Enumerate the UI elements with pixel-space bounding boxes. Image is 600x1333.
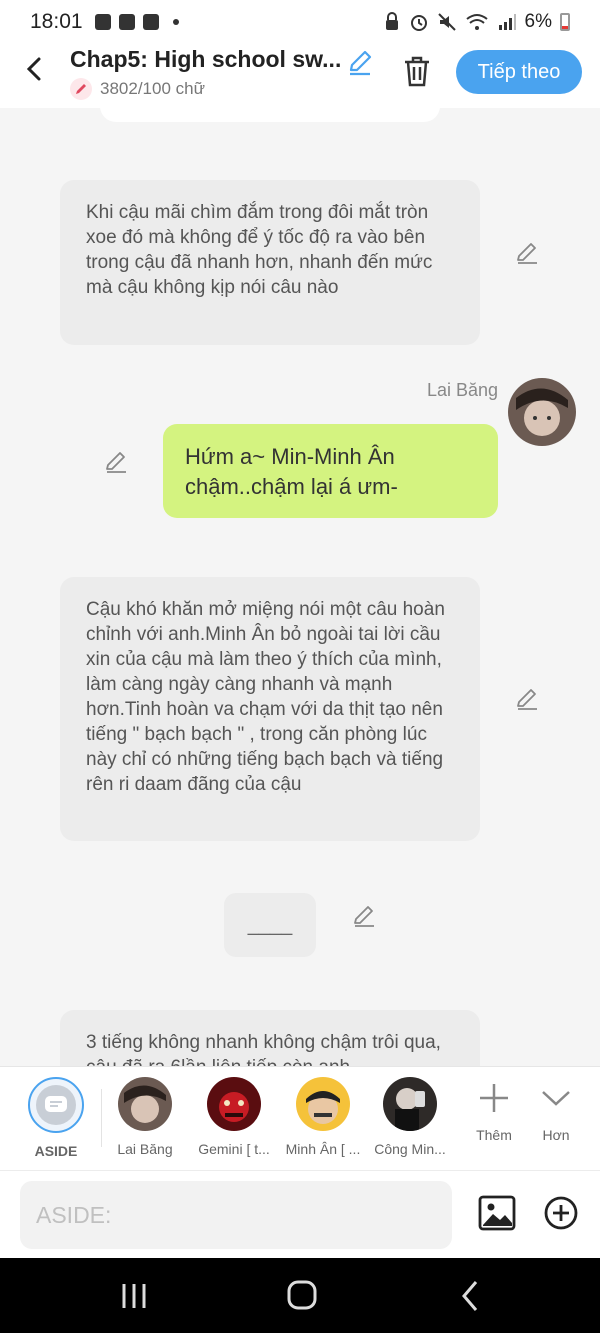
edit-pencil-icon[interactable] (103, 449, 129, 475)
character-label: Minh Ân [ ... (285, 1141, 361, 1157)
word-count: 3802/100 chữ (70, 78, 205, 100)
avatar (118, 1077, 172, 1131)
character-label: ASIDE (34, 1143, 78, 1159)
back-nav-icon[interactable] (450, 1280, 490, 1312)
app-bar: Chap5: High school sw... 3802/100 chữ Ti… (0, 44, 600, 108)
chat-bubble-icon (45, 1096, 67, 1112)
wifi-icon (465, 14, 488, 30)
status-time: 18:01 (30, 10, 83, 33)
sender-avatar[interactable] (508, 378, 576, 446)
lock-icon (385, 12, 398, 30)
avatar (296, 1077, 350, 1131)
home-icon[interactable] (282, 1280, 322, 1312)
narration-bubble[interactable]: Cậu khó khăn mở miệng nói một câu hoàn c… (60, 577, 480, 841)
character-lai-bang[interactable]: Lai Băng (101, 1077, 189, 1157)
character-label: Gemini [ t... (198, 1141, 270, 1157)
system-icons: 6% (383, 11, 570, 33)
more-notifications-dot-icon (172, 19, 179, 25)
mute-icon (437, 13, 456, 31)
message-input[interactable]: ASIDE: (20, 1181, 452, 1249)
signal-icon (498, 14, 516, 30)
system-nav-bar (0, 1258, 600, 1333)
character-gemini[interactable]: Gemini [ t... (190, 1077, 278, 1157)
add-character-button[interactable]: Thêm (464, 1079, 524, 1143)
avatar (207, 1077, 261, 1131)
more-characters-button[interactable]: Hơn (526, 1079, 586, 1143)
trash-icon[interactable] (402, 54, 432, 88)
alert-notification-icon (118, 14, 135, 30)
plus-icon (464, 1079, 524, 1125)
recent-apps-icon[interactable] (114, 1280, 154, 1312)
edit-title-pencil-icon[interactable] (346, 48, 374, 76)
previous-bubble (100, 108, 440, 122)
gallery-notification-icon (94, 14, 111, 30)
sender-name: Lai Băng (426, 380, 498, 400)
alarm-icon (410, 15, 427, 31)
separator-bubble[interactable]: ____ (224, 893, 316, 957)
edit-pencil-icon[interactable] (351, 903, 377, 929)
avatar (383, 1077, 437, 1131)
edit-pencil-icon[interactable] (514, 240, 540, 266)
dialogue-bubble[interactable]: Hứm a~ Min-Minh Ân chậm..chậm lại á ưm- (163, 424, 498, 518)
chevron-down-icon (526, 1079, 586, 1125)
character-label: Công Min... (374, 1141, 446, 1157)
status-bar: 18:01 6% (0, 0, 600, 44)
back-arrow-icon[interactable] (20, 54, 50, 84)
battery-percent: 6% (524, 11, 552, 32)
notification-icons (94, 14, 179, 30)
chat-area[interactable]: Khi cậu mãi chìm đắm trong đôi mắt tròn … (0, 108, 600, 1066)
narration-bubble[interactable]: 3 tiếng không nhanh không chậm trôi qua,… (60, 1010, 480, 1066)
word-count-text: 3802/100 chữ (100, 79, 205, 98)
shop-notification-icon (142, 14, 159, 30)
edit-pencil-icon[interactable] (514, 686, 540, 712)
chapter-title: Chap5: High school sw... (70, 46, 342, 72)
character-label: Lai Băng (117, 1141, 173, 1157)
aside-avatar (28, 1077, 84, 1133)
image-icon[interactable] (478, 1195, 516, 1231)
character-aside[interactable]: ASIDE (12, 1077, 100, 1159)
character-bar: ASIDE Lai Băng Gemini [ t... Minh Ân [ .… (0, 1066, 600, 1170)
more-label: Hơn (542, 1127, 570, 1143)
pencil-badge-icon (70, 78, 92, 100)
next-button[interactable]: Tiếp theo (456, 50, 582, 94)
narration-bubble[interactable]: Khi cậu mãi chìm đắm trong đôi mắt tròn … (60, 180, 480, 345)
add-label: Thêm (476, 1127, 512, 1143)
character-cong-minh[interactable]: Công Min... (366, 1077, 454, 1157)
character-minh-an[interactable]: Minh Ân [ ... (279, 1077, 367, 1157)
input-bar: ASIDE: (0, 1170, 600, 1258)
add-circle-icon[interactable] (543, 1195, 579, 1231)
battery-icon (560, 13, 570, 31)
